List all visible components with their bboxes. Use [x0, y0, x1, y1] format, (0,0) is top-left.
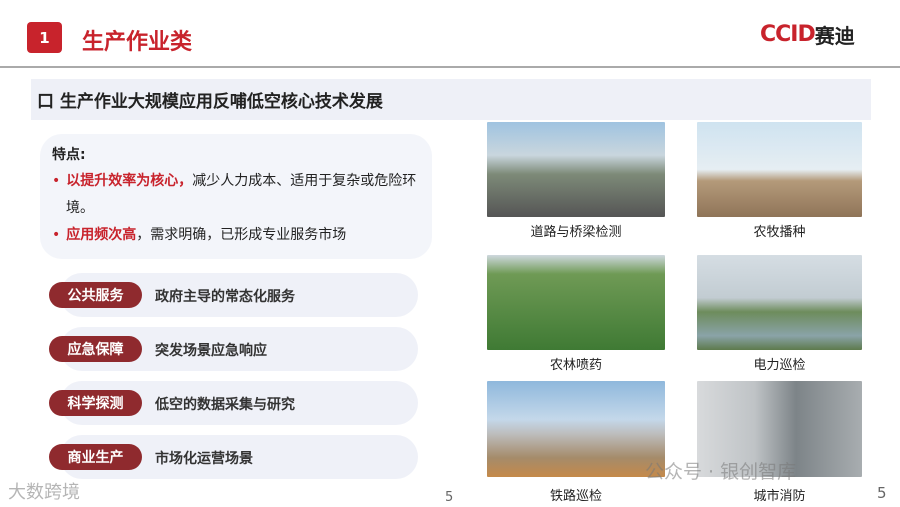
feature-highlight: 以提升效率为核心，	[66, 173, 193, 189]
power-line-inspection-image	[697, 255, 862, 350]
logo-cn: 赛迪	[814, 24, 855, 48]
image-caption: 农林喷药	[549, 358, 602, 373]
page-number-right: 5	[877, 484, 887, 502]
page-number: 5	[445, 490, 454, 505]
image-caption: 铁路巡检	[549, 489, 602, 504]
watermark-left: 大数跨境	[8, 482, 80, 503]
feature-highlight: 应用频次高	[66, 227, 137, 243]
image-caption: 电力巡检	[753, 358, 806, 373]
road-bridge-inspection-image	[487, 122, 665, 217]
features-heading: 特点:	[52, 147, 86, 163]
crop-spraying-image	[487, 255, 665, 350]
ccid-logo: CCID 赛迪	[760, 20, 855, 49]
category-pill: 商业生产	[49, 444, 142, 470]
agriculture-seeding-image	[697, 122, 862, 217]
features-box: 特点: • 以提升效率为核心，减少人力成本、适用于复杂或危险环境。 • 应用频次高，…	[40, 134, 432, 259]
watermark-right: 公众号 · 银创智库	[645, 461, 797, 483]
category-desc: 市场化运营场景	[155, 451, 253, 467]
page-title: 生产作业类	[82, 30, 193, 55]
feature-text: ，需求明确，已形成专业服务市场	[136, 227, 347, 243]
category-desc: 突发场景应急响应	[155, 343, 267, 359]
section-number-badge: 1	[27, 22, 62, 53]
category-pill: 科学探测	[49, 390, 142, 416]
logo-en: CCID	[760, 22, 816, 47]
railway-inspection-image	[487, 381, 665, 477]
category-pill: 公共服务	[49, 282, 142, 308]
image-caption: 道路与桥梁检测	[530, 225, 622, 240]
category-desc: 低空的数据采集与研究	[155, 397, 295, 413]
section-subheading: 口 生产作业大规模应用反哺低空核心技术发展	[31, 79, 871, 120]
feature-item: • 应用频次高，需求明确，已形成专业服务市场	[52, 227, 347, 243]
image-caption: 农牧播种	[753, 225, 806, 240]
category-pill: 应急保障	[49, 336, 142, 362]
image-caption: 城市消防	[753, 489, 806, 504]
category-desc: 政府主导的常态化服务	[155, 289, 295, 305]
header-divider	[0, 66, 900, 68]
feature-item: • 以提升效率为核心，减少人力成本、适用于复杂或危险环境。	[52, 173, 417, 216]
